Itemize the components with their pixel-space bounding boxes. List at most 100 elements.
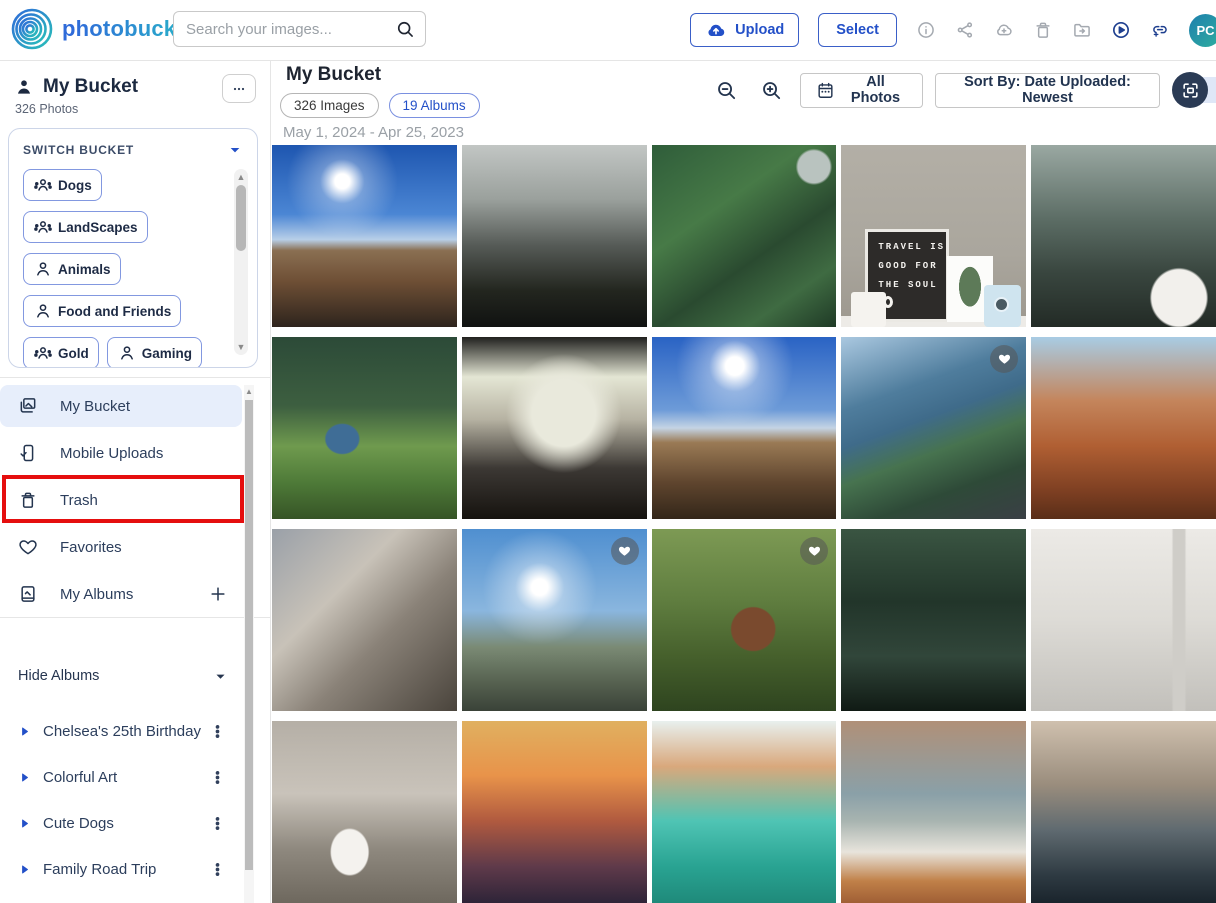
photo-tile-resort-pool-sunburst[interactable] [462,529,647,711]
photo-tile-dark-forest-path[interactable] [841,529,1026,711]
photo-tile-venice-teal-canal[interactable] [652,721,837,903]
sidebar-item-my-bucket[interactable]: My Bucket [0,385,242,427]
albums-count-badge[interactable]: 19 Albums [389,93,480,118]
triangle-right-icon[interactable] [18,817,31,830]
album-item-family-road-trip[interactable]: Family Road Trip [0,846,242,892]
scroll-down-icon[interactable]: ▼ [234,341,248,353]
bucket-chip-label: Dogs [58,178,92,193]
album-menu-icon[interactable] [209,723,226,740]
bucket-panel-scrollbar[interactable]: ▲ ▼ [234,169,248,355]
sidebar-scrollbar[interactable]: ▲ [244,385,254,903]
bucket-chip[interactable]: Food and Friends [23,295,181,327]
album-item-chelsea-s-25th-birthday[interactable]: Chelsea's 25th Birthday [0,708,242,754]
album-item-family-vacations[interactable]: Family Vacations [0,892,242,903]
album-item-cute-dogs[interactable]: Cute Dogs [0,800,242,846]
album-menu-icon[interactable] [209,815,226,832]
images-count-badge[interactable]: 326 Images [280,93,379,118]
play-circle-icon[interactable] [1111,20,1131,40]
photo-tile-foggy-bridge-pylon[interactable] [1031,529,1216,711]
zoom-in-icon[interactable] [760,79,783,102]
bucket-chip[interactable]: LandScapes [23,211,148,243]
all-photos-label: All Photos [844,74,907,106]
caret-down-icon[interactable] [227,142,243,158]
sort-by-button[interactable]: Sort By: Date Uploaded: Newest [935,73,1160,108]
account-avatar[interactable]: PC [1189,14,1216,47]
bucket-chip-label: Food and Friends [58,304,171,319]
triangle-right-icon[interactable] [18,725,31,738]
search-input[interactable] [184,20,395,39]
photo-tile-camping-tents-meadow[interactable] [272,337,457,519]
date-range-label: May 1, 2024 - Apr 25, 2023 [283,124,464,141]
sidebar-item-label: Mobile Uploads [60,445,163,462]
sidebar-item-mobile-uploads[interactable]: Mobile Uploads [0,432,242,474]
favorite-heart-icon[interactable] [611,537,639,565]
sidebar-divider [0,377,270,378]
album-menu-icon[interactable] [209,861,226,878]
upload-button[interactable]: Upload [690,13,799,47]
photo-tile-fjord-coastal-road[interactable] [841,337,1026,519]
sidebar-item-favorites[interactable]: Favorites [0,526,242,568]
expand-view-icon[interactable] [1172,72,1208,108]
person-icon [33,301,53,321]
scrollbar-thumb[interactable] [245,400,253,870]
trash-icon[interactable] [1033,20,1053,40]
album-menu-icon[interactable] [209,769,226,786]
bucket-more-button[interactable] [222,74,256,103]
person-icon [33,259,53,279]
scroll-up-icon[interactable]: ▲ [234,171,248,183]
photo-tile-canyon-winding-road[interactable] [1031,337,1216,519]
select-button[interactable]: Select [818,13,897,47]
photo-tile-aerial-forest-winding-road[interactable] [652,145,837,327]
photo-tile-grand-canal-gondola-dusk[interactable] [1031,721,1216,903]
photo-tile-seagull-on-street[interactable] [272,721,457,903]
album-list: Chelsea's 25th BirthdayColorful Art Cute … [0,708,242,903]
mobile-upload-icon [18,443,38,463]
photo-tile-border-collie-field[interactable] [652,529,837,711]
folder-move-icon[interactable] [1072,20,1092,40]
sidebar-item-my-albums[interactable]: My Albums [0,573,242,615]
photos-icon [18,396,38,416]
bucket-title: My Bucket [43,76,138,98]
link-add-icon[interactable] [1150,20,1170,40]
view-mode-toggle[interactable] [1172,72,1216,108]
photo-tile-windshield-white-house[interactable] [462,337,647,519]
cloud-add-icon[interactable] [994,20,1014,40]
scrollbar-thumb[interactable] [236,185,246,251]
favorite-heart-icon[interactable] [800,537,828,565]
sidebar: My Bucket 326 Photos SWITCH BUCKET DogsL… [0,60,271,903]
photo-tile-misty-mountain-teacup[interactable] [1031,145,1216,327]
triangle-right-icon[interactable] [18,863,31,876]
favorite-heart-icon[interactable] [990,345,1018,373]
photobucket-logo-icon [10,7,54,51]
photo-tile-burano-sunset-canal[interactable] [462,721,647,903]
brand-logo[interactable]: photobucket [10,7,196,51]
album-label: Family Road Trip [43,861,156,878]
hide-albums-toggle[interactable]: Hide Albums [0,660,242,692]
plus-icon[interactable] [208,584,228,604]
photo-tile-travel-letterboard[interactable]: TRAVEL ISGOOD FORTHE SOUL [841,145,1026,327]
photo-tile-venice-canal-pizza-table[interactable] [841,721,1026,903]
search-icon[interactable] [395,19,415,39]
scroll-up-icon[interactable]: ▲ [244,387,254,396]
bucket-chip[interactable]: Animals [23,253,121,285]
bucket-chip[interactable]: Gold [23,337,99,368]
zoom-out-icon[interactable] [715,79,738,102]
search-bar[interactable] [173,11,426,47]
info-icon[interactable] [916,20,936,40]
photo-tile-foggy-mountain-rocks[interactable] [462,145,647,327]
bucket-chip[interactable]: Gaming [107,337,202,368]
album-label: Cute Dogs [43,815,114,832]
triangle-right-icon[interactable] [18,771,31,784]
bucket-chip[interactable]: Dogs [23,169,102,201]
bucket-header: My Bucket 326 Photos [0,60,270,116]
photo-tile-desert-highway-sunburst[interactable] [652,337,837,519]
photo-tile-woman-hat-by-car[interactable] [272,529,457,711]
share-icon[interactable] [955,20,975,40]
photo-tile-desert-road-sunburst[interactable] [272,145,457,327]
sidebar-item-label: Favorites [60,539,122,556]
all-photos-button[interactable]: All Photos [800,73,923,108]
mug [851,292,886,327]
hide-albums-label: Hide Albums [18,668,99,684]
bucket-photo-count: 326 Photos [15,102,256,116]
album-item-colorful-art[interactable]: Colorful Art [0,754,242,800]
